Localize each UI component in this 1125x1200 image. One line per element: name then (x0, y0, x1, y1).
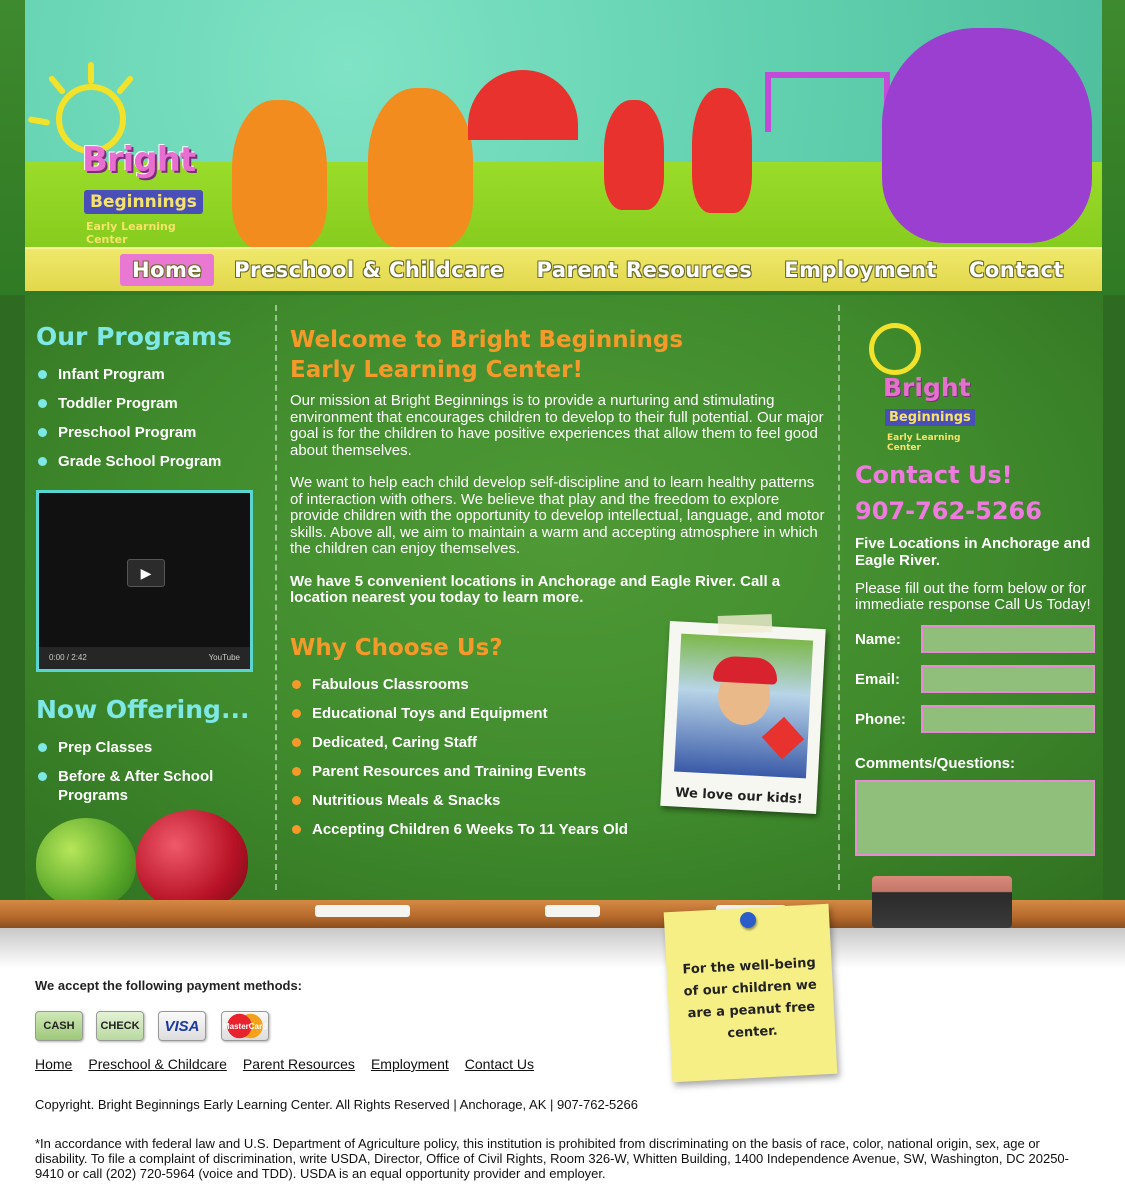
name-label: Name: (855, 630, 901, 648)
small-logo-beginnings: Beginnings (885, 409, 975, 426)
column-divider-right (838, 305, 840, 890)
video-player[interactable]: ▶ 0:00 / 2:42 YouTube (36, 490, 253, 672)
polaroid-photo: We love our kids! (660, 621, 826, 814)
nav-preschool-childcare[interactable]: Preschool & Childcare (222, 254, 516, 286)
copyright: Copyright. Bright Beginnings Early Learn… (35, 1097, 638, 1112)
programs-section: Our Programs Infant Program Toddler Prog… (36, 322, 266, 481)
small-logo-subtitle: Early Learning Center (887, 433, 961, 453)
why-item: Accepting Children 6 Weeks To 11 Years O… (290, 820, 825, 839)
welcome-title-line2: Early Learning Center! (290, 357, 583, 383)
email-label: Email: (855, 670, 901, 688)
program-item-preschool[interactable]: Preschool Program (36, 423, 266, 442)
logo-subtitle: Early Learning Center (86, 220, 176, 246)
programs-title: Our Programs (36, 322, 232, 351)
email-row: Email: (855, 665, 1100, 693)
small-sun-icon (869, 323, 921, 375)
mastercard-icon: MasterCard (221, 1011, 269, 1041)
header: Bright Beginnings Early Learning Center … (0, 0, 1125, 300)
logo-beginnings-text: Beginnings (84, 190, 203, 214)
comments-field[interactable] (855, 780, 1095, 856)
programs-list: Infant Program Toddler Program Preschool… (36, 365, 266, 471)
play-icon[interactable]: ▶ (127, 559, 165, 587)
phone-row: Phone: (855, 705, 1100, 733)
nav-home[interactable]: Home (120, 254, 215, 286)
legal-notice: *In accordance with federal law and U.S.… (35, 1136, 1069, 1181)
green-apple-icon (36, 818, 136, 908)
offering-item-prep[interactable]: Prep Classes (36, 738, 266, 757)
child-photo (674, 633, 814, 779)
child-silhouette-2 (368, 88, 473, 248)
phone-field[interactable] (921, 705, 1095, 733)
program-item-toddler[interactable]: Toddler Program (36, 394, 266, 413)
now-offering-list: Prep Classes Before & After School Progr… (36, 738, 266, 805)
welcome-paragraph-1: Our mission at Bright Beginnings is to p… (290, 392, 824, 459)
swing-set (765, 72, 890, 132)
logo[interactable]: Bright Beginnings Early Learning Center (27, 62, 209, 246)
contact-section: Bright Beginnings Early Learning Center … (855, 313, 1100, 856)
apples-image (36, 810, 251, 910)
eraser (872, 876, 1012, 928)
form-intro: Please fill out the form below or for im… (855, 580, 1091, 613)
chalk-piece (545, 905, 600, 917)
youtube-logo[interactable]: YouTube (209, 653, 240, 662)
red-apple-icon (136, 810, 248, 910)
polaroid-caption: We love our kids! (674, 785, 803, 808)
program-item-infant[interactable]: Infant Program (36, 365, 266, 384)
chalk-piece (315, 905, 410, 917)
name-field[interactable] (921, 625, 1095, 653)
main-nav: Home Preschool & Childcare Parent Resour… (25, 247, 1102, 291)
small-logo-bright: Bright (883, 373, 971, 402)
comments-label: Comments/Questions: (855, 755, 1016, 772)
contact-phone[interactable]: 907-762-5266 (855, 497, 1100, 525)
program-item-grade-school[interactable]: Grade School Program (36, 452, 266, 471)
footer-link-preschool[interactable]: Preschool & Childcare (88, 1056, 227, 1072)
visa-icon: VISA (158, 1011, 206, 1041)
check-icon: CHECK (96, 1011, 144, 1041)
nav-employment[interactable]: Employment (772, 254, 949, 286)
sun-ray (47, 74, 67, 96)
offering-item-before-after[interactable]: Before & After School Programs (36, 767, 266, 805)
welcome-paragraph-2: We want to help each child develop self-… (290, 474, 825, 557)
pushpin-icon (740, 912, 756, 928)
locations-text: Five Locations in Anchorage and Eagle Ri… (855, 535, 1091, 569)
nav-contact[interactable]: Contact (957, 254, 1076, 286)
logo-bright-text: Bright (82, 140, 196, 180)
tape-strip (717, 614, 773, 634)
name-row: Name: (855, 625, 1100, 653)
footer-link-parent-resources[interactable]: Parent Resources (243, 1056, 355, 1072)
child-silhouette-6 (882, 28, 1092, 243)
video-time: 0:00 / 2:42 (49, 653, 87, 662)
welcome-title-line1: Welcome to Bright Beginnings (290, 327, 684, 353)
phone-label: Phone: (855, 710, 906, 728)
pinwheel-icon (761, 716, 805, 760)
footer-link-home[interactable]: Home (35, 1056, 72, 1072)
nav-parent-resources[interactable]: Parent Resources (525, 254, 765, 286)
column-divider-left (275, 305, 277, 890)
email-field[interactable] (921, 665, 1095, 693)
footer-links: Home Preschool & Childcare Parent Resour… (35, 1056, 534, 1072)
contact-title: Contact Us! (855, 461, 1013, 489)
small-logo: Bright Beginnings Early Learning Center (849, 313, 979, 453)
child-hat (712, 655, 779, 685)
now-offering-title: Now Offering... (36, 695, 250, 724)
ledge-shadow (0, 928, 1125, 968)
sun-ray (115, 74, 135, 96)
now-offering-section: Now Offering... Prep Classes Before & Af… (36, 695, 266, 815)
child-silhouette-5 (692, 88, 752, 213)
peanut-free-note: For the well-being of our children we ar… (663, 903, 838, 1083)
welcome-paragraph-3: We have 5 convenient locations in Anchor… (290, 572, 781, 606)
sun-ray (88, 62, 94, 84)
child-silhouette-4 (604, 100, 664, 210)
footer-link-employment[interactable]: Employment (371, 1056, 449, 1072)
footer-link-contact[interactable]: Contact Us (465, 1056, 534, 1072)
child-silhouette-1 (232, 100, 327, 250)
cash-icon: CASH (35, 1011, 83, 1041)
payment-title: We accept the following payment methods: (35, 978, 303, 993)
video-controls[interactable]: 0:00 / 2:42 YouTube (39, 647, 250, 669)
